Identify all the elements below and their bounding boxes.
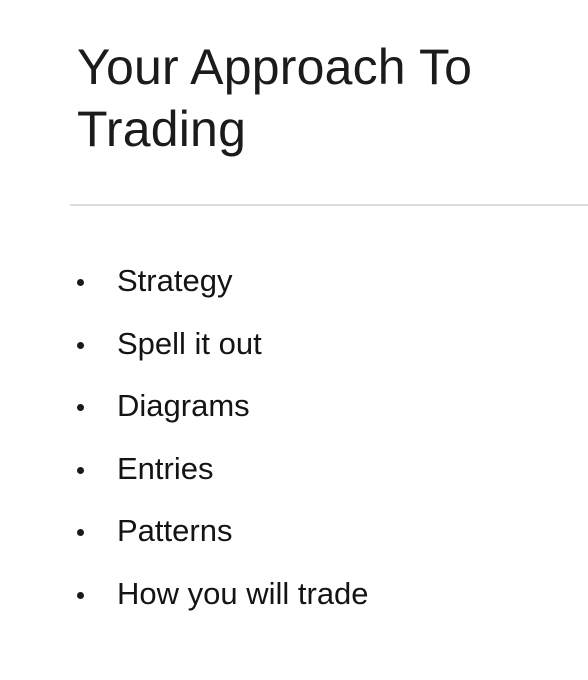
slide-title: Your Approach To Trading bbox=[77, 36, 577, 160]
bullet-dot-icon bbox=[77, 591, 84, 599]
bullet-text: Strategy bbox=[117, 263, 233, 299]
title-divider bbox=[70, 204, 588, 206]
bullet-dot-icon bbox=[77, 529, 84, 537]
bullet-dot-icon bbox=[77, 466, 84, 474]
bullet-text: How you will trade bbox=[117, 575, 369, 611]
bullet-text: Entries bbox=[117, 450, 214, 486]
bullet-dot-icon bbox=[77, 341, 84, 349]
bullet-text: Spell it out bbox=[117, 325, 262, 361]
bullet-dot-icon bbox=[77, 279, 84, 287]
bullet-text: Diagrams bbox=[117, 388, 250, 424]
slide-title-line-1: Your Approach To bbox=[77, 39, 473, 95]
bullet-text: Patterns bbox=[117, 513, 233, 549]
slide: Your Approach To Trading Strategy Spell … bbox=[0, 0, 588, 680]
bullet-dot-icon bbox=[77, 404, 84, 412]
slide-title-line-2: Trading bbox=[77, 101, 247, 157]
